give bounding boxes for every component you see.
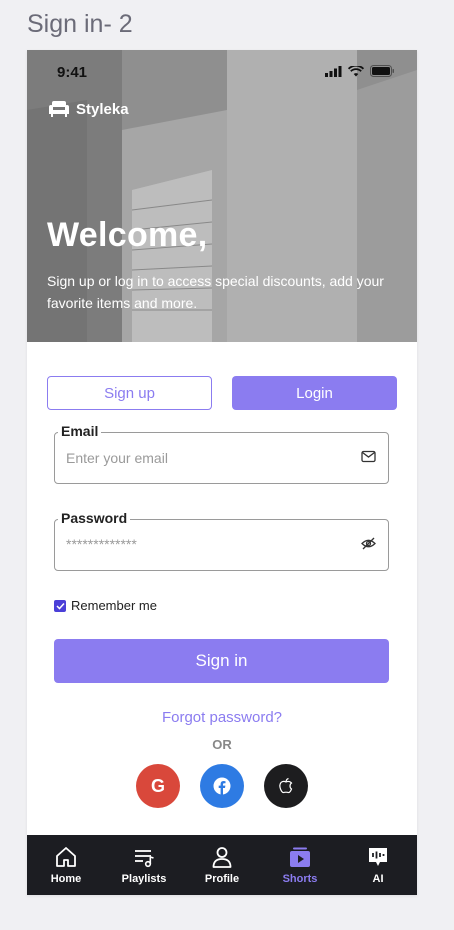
- password-label: Password: [58, 510, 131, 526]
- email-field[interactable]: Email Enter your email: [54, 423, 389, 484]
- profile-icon: [212, 847, 232, 868]
- wifi-icon: [348, 65, 364, 76]
- password-value: *************: [66, 536, 137, 552]
- mail-icon: [361, 450, 376, 468]
- google-icon: G: [150, 775, 165, 796]
- signal-icon: [325, 65, 342, 77]
- remember-label: Remember me: [71, 598, 157, 613]
- nav-item-profile[interactable]: Profile: [183, 835, 261, 895]
- playlists-icon: [135, 850, 154, 868]
- nav-item-ai[interactable]: AI: [339, 835, 417, 895]
- forgot-password-link[interactable]: Forgot password?: [27, 709, 417, 726]
- shorts-icon: [290, 847, 310, 867]
- google-login-button[interactable]: G: [136, 764, 180, 808]
- frame-title: Sign in- 2: [27, 10, 133, 38]
- bottom-navigation: Home Playlists Profile Shorts AI: [27, 835, 417, 895]
- battery-icon: [370, 65, 394, 77]
- brand-name: Styleka: [76, 100, 129, 118]
- status-icons: [325, 65, 395, 77]
- home-icon: [56, 847, 76, 867]
- apple-login-button[interactable]: [264, 764, 308, 808]
- sign-in-button[interactable]: Sign in: [54, 639, 389, 683]
- status-bar: 9:41: [27, 50, 417, 94]
- nav-label-ai: AI: [372, 873, 384, 885]
- nav-item-shorts[interactable]: Shorts: [261, 835, 339, 895]
- brand-logo: Styleka: [48, 100, 129, 118]
- ai-icon: [369, 848, 387, 866]
- checkmark-icon: [55, 602, 65, 610]
- tab-sign-up[interactable]: Sign up: [47, 376, 212, 410]
- email-placeholder: Enter your email: [66, 450, 168, 466]
- remember-checkbox[interactable]: [54, 599, 66, 612]
- welcome-subtitle: Sign up or log in to access special disc…: [47, 273, 384, 311]
- nav-label-home: Home: [50, 873, 82, 885]
- welcome-title: Welcome,: [47, 216, 208, 254]
- phone-screen: 9:41 Styleka Welcome, Sign up or log in …: [27, 50, 417, 895]
- apple-icon: [279, 777, 293, 794]
- sofa-icon: [49, 101, 69, 117]
- hero-banner: 9:41 Styleka Welcome, Sign up or log in …: [27, 50, 417, 342]
- password-field[interactable]: Password *************: [54, 510, 389, 571]
- facebook-icon: [213, 777, 231, 795]
- auth-tabs: Sign up Login: [47, 376, 397, 412]
- tab-login[interactable]: Login: [232, 376, 397, 410]
- facebook-login-button[interactable]: [200, 764, 244, 808]
- status-time: 9:41: [57, 64, 88, 81]
- nav-label-playlists: Playlists: [121, 873, 167, 885]
- or-divider: OR: [212, 737, 232, 752]
- nav-item-home[interactable]: Home: [27, 835, 105, 895]
- nav-item-playlists[interactable]: Playlists: [105, 835, 183, 895]
- eye-off-icon[interactable]: [361, 537, 376, 555]
- nav-label-shorts: Shorts: [282, 873, 318, 885]
- email-label: Email: [58, 423, 102, 439]
- nav-label-profile: Profile: [204, 873, 240, 885]
- remember-me[interactable]: Remember me: [54, 598, 157, 613]
